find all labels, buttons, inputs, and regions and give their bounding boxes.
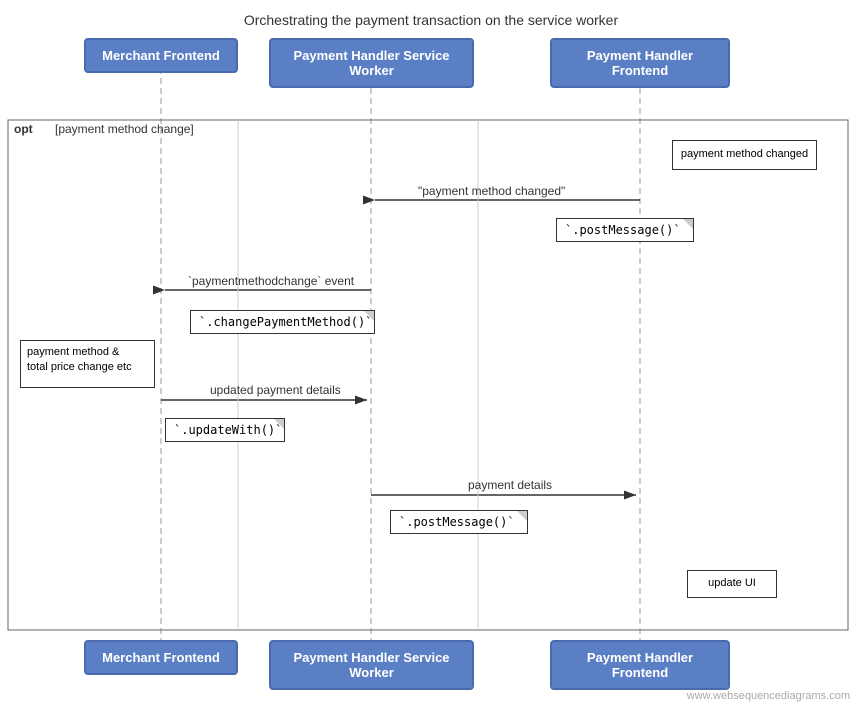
note-side: payment method & total price change etc	[20, 340, 155, 388]
actor-service-worker-top: Payment Handler Service Worker	[269, 38, 474, 88]
opt-label: opt	[14, 122, 33, 136]
actor-merchant-top: Merchant Frontend	[84, 38, 238, 73]
actor-service-worker-bottom: Payment Handler Service Worker	[269, 640, 474, 690]
note-payment-changed: payment method changed	[672, 140, 817, 170]
method-postmessage2: `.postMessage()`	[390, 510, 528, 534]
method-changepayment: `.changePaymentMethod()`	[190, 310, 375, 334]
arrow-label-3: updated payment details	[210, 383, 341, 397]
note-update-ui: update UI	[687, 570, 777, 598]
arrow-label-4: payment details	[468, 478, 552, 492]
arrow-label-1: "payment method changed"	[418, 184, 565, 198]
arrow-label-2: `paymentmethodchange` event	[188, 274, 354, 288]
diagram-container: Orchestrating the payment transaction on…	[0, 0, 862, 710]
method-updatewith: `.updateWith()`	[165, 418, 285, 442]
method-postmessage1: `.postMessage()`	[556, 218, 694, 242]
opt-condition: [payment method change]	[55, 122, 194, 136]
diagram-title: Orchestrating the payment transaction on…	[0, 0, 862, 36]
actor-merchant-bottom: Merchant Frontend	[84, 640, 238, 675]
actor-payment-handler-top: Payment Handler Frontend	[550, 38, 730, 88]
watermark: www.websequencediagrams.com	[687, 690, 850, 702]
actor-payment-handler-bottom: Payment Handler Frontend	[550, 640, 730, 690]
